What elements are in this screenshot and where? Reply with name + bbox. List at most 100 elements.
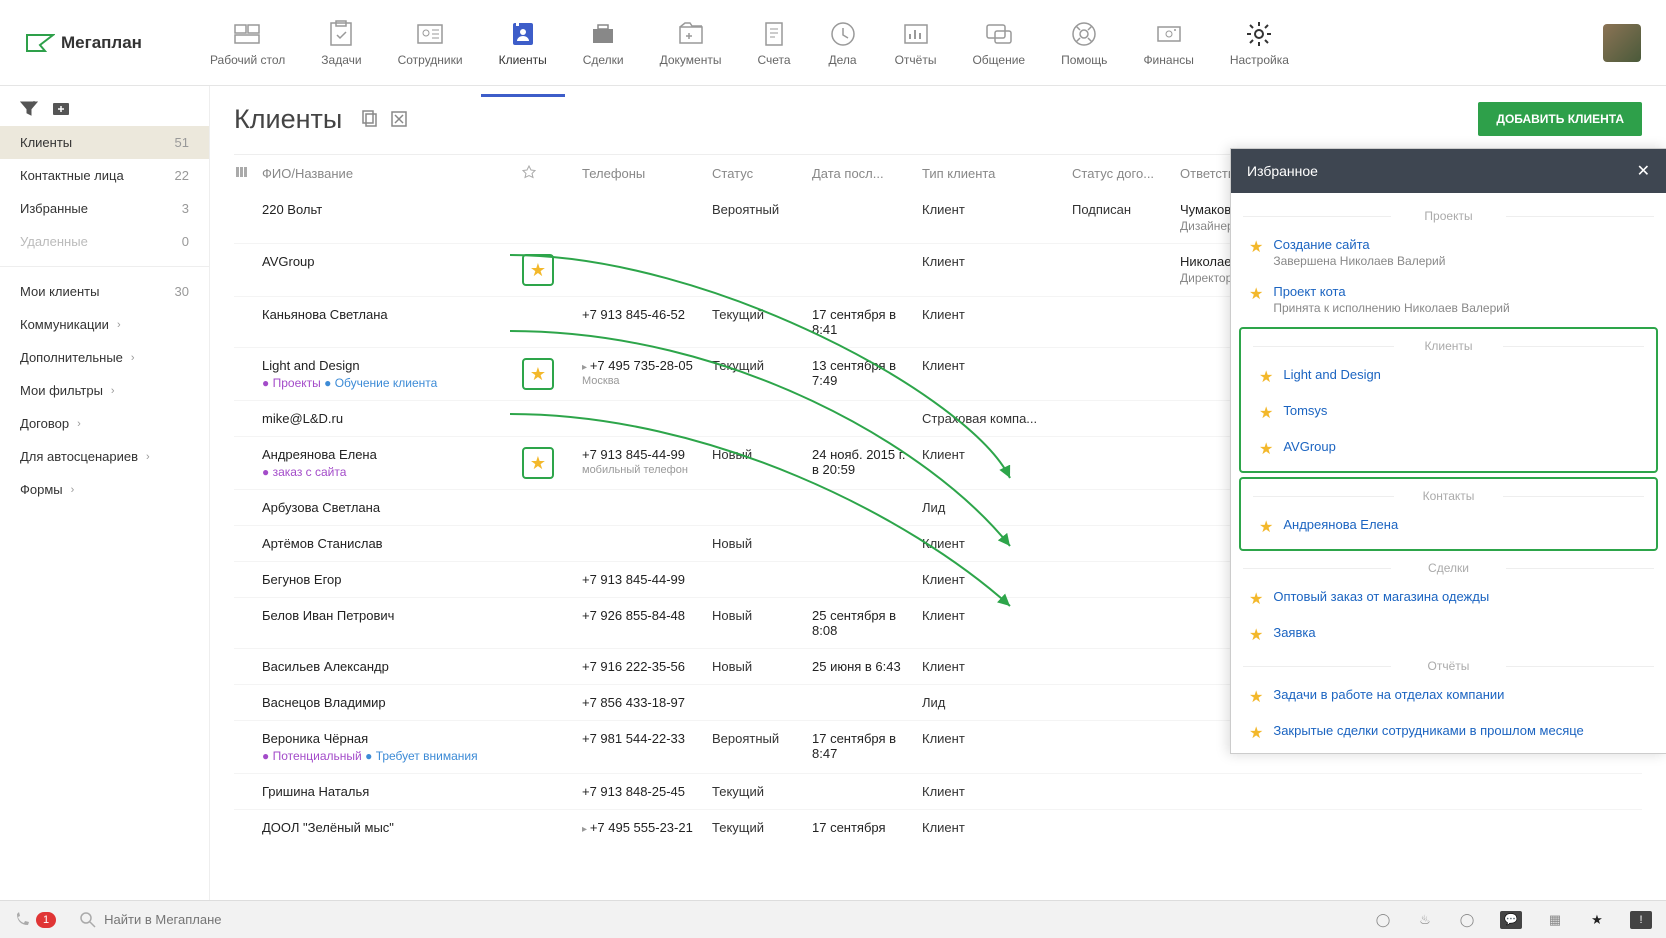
sidebar-label: Для автосценариев [20, 449, 138, 464]
favorite-star[interactable]: ★ [522, 447, 554, 479]
copy-icon[interactable] [360, 110, 378, 128]
nav-employees[interactable]: Сотрудники [380, 11, 481, 75]
chevron-right-icon: › [77, 418, 81, 430]
sidebar-item[interactable]: Контактные лица22 [0, 159, 209, 192]
nav-label: Помощь [1061, 53, 1107, 67]
favorite-link[interactable]: Tomsys [1283, 403, 1327, 418]
status: Текущий [712, 358, 812, 373]
favorite-link[interactable]: Создание сайта [1273, 237, 1445, 252]
sidebar-expand[interactable]: Коммуникации› [0, 308, 209, 341]
favorite-item[interactable]: ★Закрытые сделки сотрудниками в прошлом … [1231, 715, 1666, 751]
export-icon[interactable] [390, 110, 408, 128]
star-icon[interactable]: ★ [1588, 911, 1606, 929]
favorite-item[interactable]: ★Создание сайтаЗавершена Николаев Валери… [1231, 229, 1666, 276]
sidebar-expand[interactable]: Договор› [0, 407, 209, 440]
phone-icon [14, 912, 30, 928]
table-row[interactable]: Гришина Наталья+7 913 848-25-45ТекущийКл… [234, 773, 1642, 809]
phone: +7 495 735-28-05 [590, 358, 693, 373]
flame-icon[interactable]: ♨ [1416, 911, 1434, 929]
favorite-link[interactable]: Проект кота [1273, 284, 1509, 299]
footer-phone[interactable]: 1 [14, 912, 56, 928]
user-avatar[interactable] [1603, 24, 1641, 62]
favorite-link[interactable]: Закрытые сделки сотрудниками в прошлом м… [1273, 723, 1583, 738]
star-column-icon[interactable] [522, 165, 536, 179]
col-name[interactable]: ФИО/Название [262, 166, 522, 181]
nav-label: Финансы [1143, 53, 1193, 67]
client-name: Андреянова Елена [262, 447, 514, 462]
sidebar-count: 0 [182, 234, 189, 249]
col-date[interactable]: Дата посл... [812, 166, 922, 181]
nav-help[interactable]: Помощь [1043, 11, 1125, 75]
client-name: mike@L&D.ru [262, 411, 514, 426]
nav-label: Отчёты [895, 53, 937, 67]
contract-status: Подписан [1072, 202, 1180, 217]
favorite-link[interactable]: Андреянова Елена [1283, 517, 1398, 532]
favorite-star[interactable]: ★ [522, 254, 554, 286]
favorite-link[interactable]: Light and Design [1283, 367, 1381, 382]
client-type: Клиент [922, 254, 1072, 269]
status: Вероятный [712, 202, 812, 217]
sidebar-item[interactable]: Избранные3 [0, 192, 209, 225]
sidebar-count: 22 [175, 168, 189, 183]
favorite-item[interactable]: ★Андреянова Елена [1241, 509, 1656, 545]
col-status[interactable]: Статус [712, 166, 812, 181]
favorite-link[interactable]: Задачи в работе на отделах компании [1273, 687, 1504, 702]
filter-add-icon[interactable] [20, 100, 38, 116]
favorite-link[interactable]: AVGroup [1283, 439, 1336, 454]
client-name: Гришина Наталья [262, 784, 514, 799]
bell-icon[interactable]: ◯ [1458, 911, 1476, 929]
client-type: Страховая компа... [922, 411, 1072, 426]
sidebar-expand[interactable]: Формы› [0, 473, 209, 506]
client-type: Клиент [922, 572, 1072, 587]
sidebar-expand[interactable]: Дополнительные› [0, 341, 209, 374]
nav-chat[interactable]: Общение [954, 11, 1043, 75]
calendar-icon[interactable]: ▦ [1546, 911, 1564, 929]
sidebar-expand[interactable]: Для автосценариев› [0, 440, 209, 473]
favorite-item[interactable]: ★ Заявка [1231, 617, 1666, 653]
sidebar-item[interactable]: Клиенты51 [0, 126, 209, 159]
favorite-star[interactable]: ★ [522, 358, 554, 390]
nav-tasks[interactable]: Задачи [303, 11, 379, 75]
table-row[interactable]: ДООЛ "Зелёный мыс"▸ +7 495 555-23-21Теку… [234, 809, 1642, 845]
client-type: Клиент [922, 784, 1072, 799]
favorite-link[interactable]: Заявка [1273, 625, 1315, 640]
col-type[interactable]: Тип клиента [922, 166, 1072, 181]
search-icon [80, 912, 96, 928]
favorite-item[interactable]: ★Light and Design [1241, 359, 1656, 395]
last-date: 13 сентября в 7:49 [812, 358, 922, 388]
nav-finance[interactable]: Финансы [1125, 11, 1211, 75]
favorite-item[interactable]: ★Оптовый заказ от магазина одежды [1231, 581, 1666, 617]
add-client-button[interactable]: ДОБАВИТЬ КЛИЕНТА [1478, 102, 1642, 136]
logo[interactable]: Мегаплан [25, 31, 142, 55]
favorite-item[interactable]: ★Проект котаПринята к исполнению Николае… [1231, 276, 1666, 323]
favorite-link[interactable]: Оптовый заказ от магазина одежды [1273, 589, 1489, 604]
favorite-item[interactable]: ★Задачи в работе на отделах компании [1231, 679, 1666, 715]
warning-icon[interactable]: ◯ [1374, 911, 1392, 929]
nav-clients[interactable]: Клиенты [481, 11, 565, 75]
search-input[interactable] [104, 912, 404, 927]
nav-items: Рабочий столЗадачиСотрудникиКлиентыСделк… [192, 11, 1603, 75]
client-name: Белов Иван Петрович [262, 608, 514, 623]
columns-icon[interactable] [234, 165, 248, 179]
nav-reports[interactable]: Отчёты [877, 11, 955, 75]
col-contract[interactable]: Статус дого... [1072, 166, 1180, 181]
nav-docs[interactable]: Документы [642, 11, 740, 75]
star-icon: ★ [1249, 625, 1263, 645]
alert-icon[interactable]: ! [1630, 911, 1652, 929]
close-icon[interactable]: ✕ [1637, 161, 1650, 181]
nav-deals[interactable]: Сделки [565, 11, 642, 75]
nav-invoices[interactable]: Счета [739, 11, 808, 75]
nav-todos[interactable]: Дела [809, 11, 877, 75]
favorite-meta: Завершена Николаев Валерий [1273, 254, 1445, 268]
sidebar-expand[interactable]: Мои клиенты30 [0, 275, 209, 308]
nav-desktop[interactable]: Рабочий стол [192, 11, 303, 75]
client-type: Лид [922, 500, 1072, 515]
folder-add-icon[interactable] [52, 100, 70, 116]
col-phone[interactable]: Телефоны [582, 166, 712, 181]
sidebar-item[interactable]: Удаленные0 [0, 225, 209, 258]
favorite-item[interactable]: ★AVGroup [1241, 431, 1656, 467]
message-icon[interactable]: 💬 [1500, 911, 1522, 929]
nav-settings[interactable]: Настройка [1212, 11, 1307, 75]
sidebar-expand[interactable]: Мои фильтры› [0, 374, 209, 407]
favorite-item[interactable]: ★Tomsys [1241, 395, 1656, 431]
